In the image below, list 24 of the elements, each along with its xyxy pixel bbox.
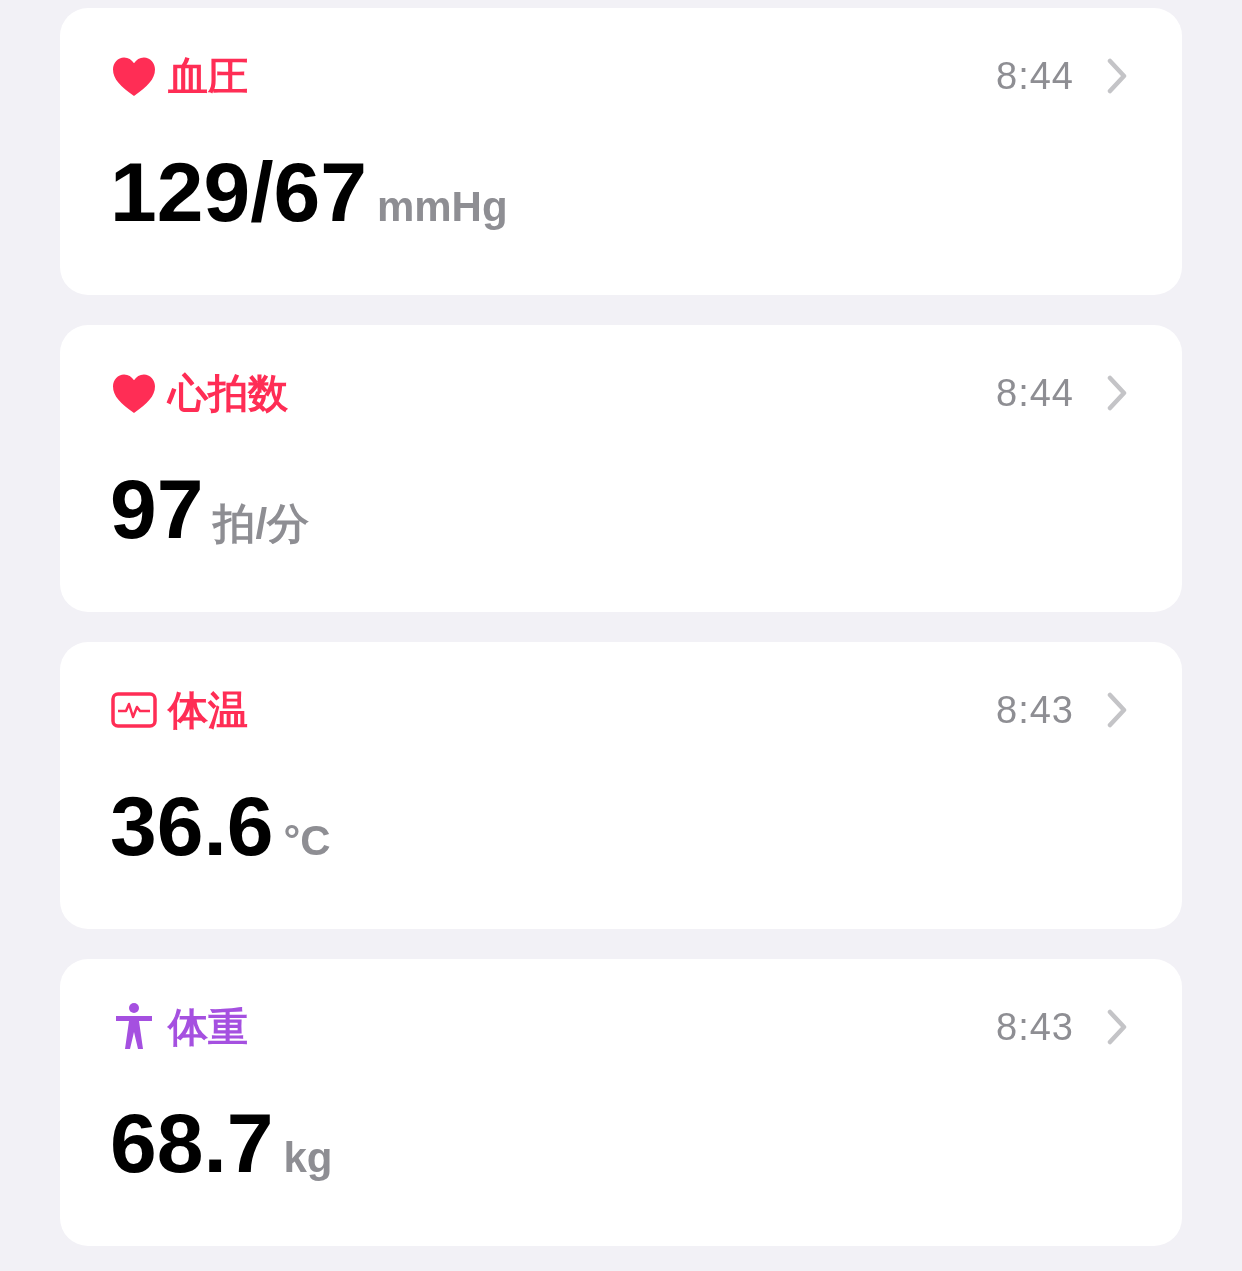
metric-card[interactable]: 体重 8:43 68.7 kg xyxy=(60,959,1182,1246)
time-label: 8:43 xyxy=(996,687,1074,733)
metric-value: 36.6 xyxy=(110,784,274,868)
metric-title: 心拍数 xyxy=(168,370,288,417)
unit-label: 拍/分 xyxy=(213,503,310,545)
unit-label: mmHg xyxy=(376,186,508,228)
metric-card[interactable]: 体温 8:43 36.6°C xyxy=(60,642,1182,929)
metric-title: 血圧 xyxy=(168,53,248,100)
chevron-icon xyxy=(1106,1009,1128,1045)
metric-value: 97 xyxy=(110,467,204,551)
chevron-icon xyxy=(1106,375,1128,411)
unit-label: kg xyxy=(283,1137,333,1179)
metric-card[interactable]: 血圧 8:44 129/67 mmHg xyxy=(60,8,1182,295)
metric-value: 68.7 xyxy=(110,1101,274,1185)
time-label: 8:43 xyxy=(996,1004,1074,1050)
time-label: 8:44 xyxy=(996,53,1074,99)
metric-title: 体重 xyxy=(168,1004,248,1051)
metric-value: 129/67 xyxy=(110,150,367,234)
metric-title: 体温 xyxy=(168,687,248,734)
unit-label: °C xyxy=(283,820,331,862)
chevron-icon xyxy=(1106,58,1128,94)
time-label: 8:44 xyxy=(996,370,1074,416)
metric-card[interactable]: 心拍数 8:44 97 拍/分 xyxy=(60,325,1182,612)
chevron-icon xyxy=(1106,692,1128,728)
